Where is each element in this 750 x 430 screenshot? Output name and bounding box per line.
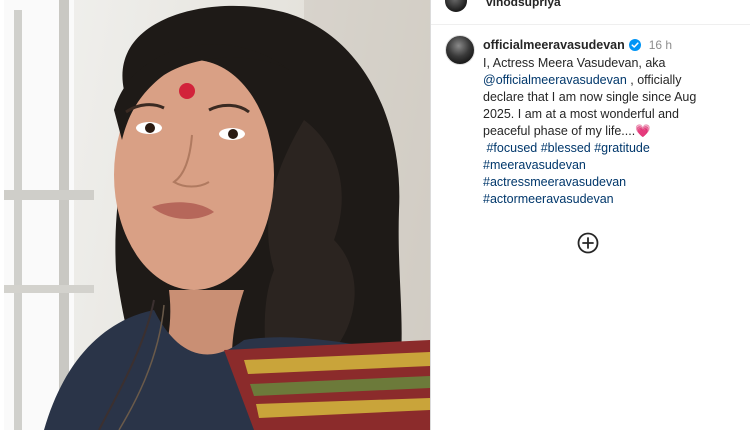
caption-line: @officialmeeravasudevan , officially bbox=[483, 72, 745, 89]
caption-line: peaceful phase of my life....💗 bbox=[483, 123, 745, 140]
caption-line: declare that I am now single since Aug bbox=[483, 90, 697, 104]
avatar[interactable] bbox=[445, 0, 467, 12]
hashtag-line: #focused #blessed #gratitude bbox=[483, 140, 745, 157]
hashtag-link[interactable]: #blessed bbox=[541, 141, 591, 155]
caption-fragment: , officially bbox=[630, 73, 682, 87]
hashtag-link[interactable]: #focused bbox=[486, 141, 537, 155]
portrait-illustration bbox=[4, 0, 430, 430]
previous-comment-username[interactable]: vinodsupriya bbox=[486, 0, 561, 9]
previous-comment-row: vinodsupriya bbox=[431, 0, 750, 25]
hashtag-link[interactable]: #meeravasudevan bbox=[483, 157, 745, 174]
hashtag-link[interactable]: #actressmeeravasudevan bbox=[483, 174, 745, 191]
author-username[interactable]: officialmeeravasudevan bbox=[483, 38, 625, 52]
post-photo bbox=[4, 0, 430, 430]
comment-timestamp[interactable]: 16 h bbox=[649, 38, 672, 52]
heart-emoji: 💗 bbox=[635, 124, 651, 138]
comments-panel: vinodsupriya officialmeeravasudevan 16 h… bbox=[431, 0, 750, 430]
mention-link[interactable]: @officialmeeravasudevan bbox=[483, 73, 627, 87]
hashtag-link[interactable]: #actormeeravasudevan bbox=[483, 191, 745, 208]
author-avatar[interactable] bbox=[445, 35, 475, 65]
caption-line: 2025. I am at a most wonderful and bbox=[483, 107, 679, 121]
caption-fragment: peaceful phase of my life.... bbox=[483, 124, 636, 138]
hashtag-link[interactable]: #gratitude bbox=[594, 141, 650, 155]
caption-line: I, Actress Meera Vasudevan, aka bbox=[483, 56, 666, 70]
verified-badge-icon bbox=[628, 39, 641, 51]
add-circle-icon[interactable] bbox=[577, 232, 599, 254]
caption-text: I, Actress Meera Vasudevan, aka @officia… bbox=[483, 55, 745, 208]
comment-meta: officialmeeravasudevan 16 h bbox=[483, 37, 672, 53]
post-viewer: vinodsupriya officialmeeravasudevan 16 h… bbox=[0, 0, 750, 430]
